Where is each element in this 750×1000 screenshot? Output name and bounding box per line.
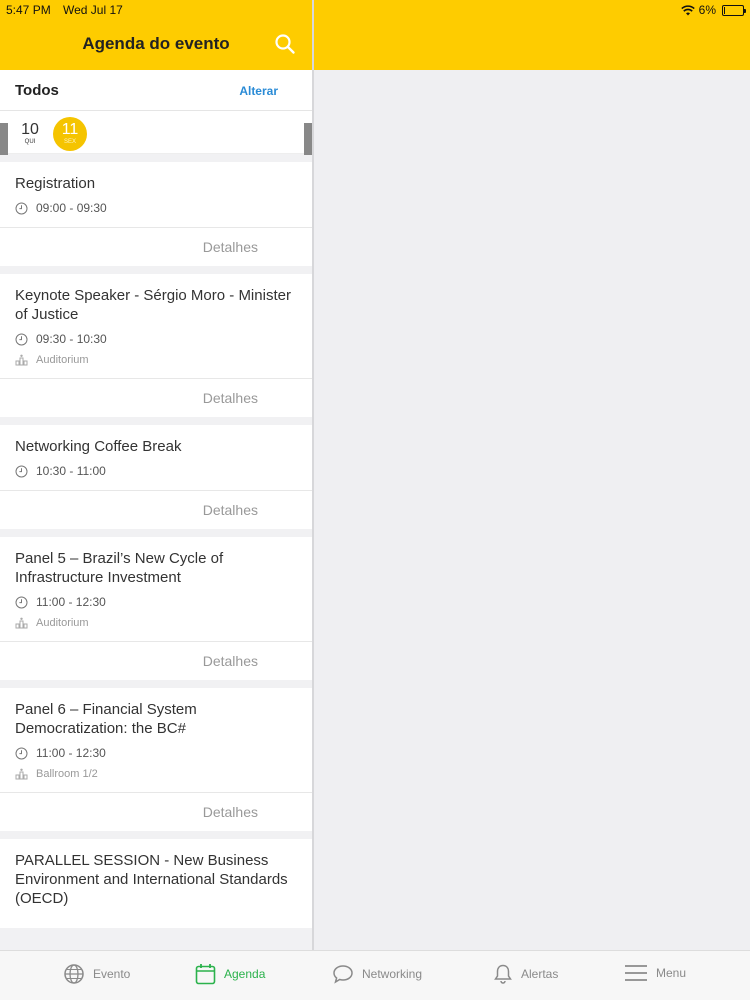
location-icon	[15, 617, 28, 629]
filter-label: Todos	[15, 82, 59, 99]
status-date: Wed Jul 17	[63, 3, 123, 17]
location-icon	[15, 354, 28, 366]
tab-networking[interactable]: Networking	[332, 963, 422, 985]
session-title: Registration	[15, 175, 96, 192]
location-icon	[15, 768, 28, 780]
session-card[interactable]: Panel 6 – Financial System Democratizati…	[0, 688, 312, 831]
day-weekday: SEX	[63, 139, 76, 145]
tab-evento[interactable]: Evento	[63, 963, 130, 985]
session-time: 11:00 - 12:30	[36, 595, 106, 609]
session-title: Networking Coffee Break	[15, 438, 182, 455]
change-filter-link[interactable]: Alterar	[239, 84, 278, 98]
bell-icon	[494, 964, 512, 984]
hamburger-icon	[625, 965, 647, 981]
session-time: 09:00 - 09:30	[36, 201, 107, 215]
tab-bar: Evento Agenda Networking Alertas Menu	[0, 950, 750, 1000]
details-button[interactable]: Detalhes	[0, 793, 312, 831]
clock-icon	[15, 596, 28, 608]
details-button[interactable]: Detalhes	[0, 228, 312, 266]
calendar-icon	[195, 964, 216, 985]
battery-icon	[722, 5, 746, 16]
day-tab-10[interactable]: 10 QUI	[13, 121, 47, 155]
scroll-left-edge	[0, 123, 8, 155]
session-title: Panel 5 – Brazil’s New Cycle of Infrastr…	[15, 550, 224, 586]
clock-icon	[15, 202, 28, 214]
clock-icon	[15, 747, 28, 759]
detail-pane	[314, 70, 750, 950]
search-icon[interactable]	[274, 33, 296, 55]
details-button[interactable]: Detalhes	[0, 379, 312, 417]
day-selector: 10 QUI 11 SEX	[0, 111, 312, 155]
day-number: 11	[61, 121, 79, 138]
day-number: 10	[21, 121, 39, 138]
globe-icon	[64, 964, 84, 984]
wifi-icon	[680, 4, 695, 15]
scroll-right-edge	[304, 123, 312, 155]
details-button[interactable]: Detalhes	[0, 491, 312, 529]
session-location: Auditorium	[36, 617, 89, 629]
day-tab-11-selected[interactable]: 11 SEX	[53, 117, 87, 151]
tab-label: Alertas	[521, 967, 559, 981]
clock-icon	[15, 333, 28, 345]
status-time: 5:47 PM	[6, 3, 51, 17]
tab-agenda[interactable]: Agenda	[195, 963, 265, 985]
agenda-panel: Todos Alterar 10 QUI 11 SEX Registration…	[0, 70, 312, 950]
chat-bubble-icon	[333, 965, 353, 984]
clock-icon	[15, 465, 28, 477]
page-title: Agenda do evento	[82, 34, 230, 53]
status-bar: 5:47 PM Wed Jul 17 6%	[6, 3, 746, 19]
session-location: Ballroom 1/2	[36, 768, 98, 780]
session-card[interactable]: Keynote Speaker - Sérgio Moro - Minister…	[0, 274, 312, 417]
session-time: 10:30 - 11:00	[36, 464, 106, 478]
session-title: Keynote Speaker - Sérgio Moro - Minister…	[15, 287, 291, 323]
day-weekday: QUI	[24, 139, 36, 145]
tab-label: Networking	[362, 967, 423, 981]
session-title: PARALLEL SESSION - New Business Environm…	[15, 852, 288, 907]
filter-bar: Todos Alterar	[0, 70, 312, 111]
details-button[interactable]: Detalhes	[0, 642, 312, 680]
tab-label: Agenda	[224, 967, 266, 981]
session-location: Auditorium	[36, 354, 89, 366]
battery-percent: 6%	[698, 3, 716, 17]
session-card[interactable]: PARALLEL SESSION - New Business Environm…	[0, 839, 312, 928]
top-bar: 5:47 PM Wed Jul 17 6% Agenda do evento	[0, 0, 750, 70]
tab-label: Evento	[93, 967, 131, 981]
tab-alertas[interactable]: Alertas	[493, 963, 558, 985]
session-card[interactable]: Panel 5 – Brazil’s New Cycle of Infrastr…	[0, 537, 312, 680]
session-card[interactable]: Networking Coffee Break 10:30 - 11:00 De…	[0, 425, 312, 529]
tab-label: Menu	[656, 966, 687, 980]
session-card[interactable]: Registration 09:00 - 09:30 Detalhes	[0, 162, 312, 266]
tab-menu[interactable]: Menu	[624, 963, 686, 983]
session-time: 11:00 - 12:30	[36, 746, 106, 760]
session-time: 09:30 - 10:30	[36, 332, 107, 346]
session-title: Panel 6 – Financial System Democratizati…	[15, 701, 197, 737]
